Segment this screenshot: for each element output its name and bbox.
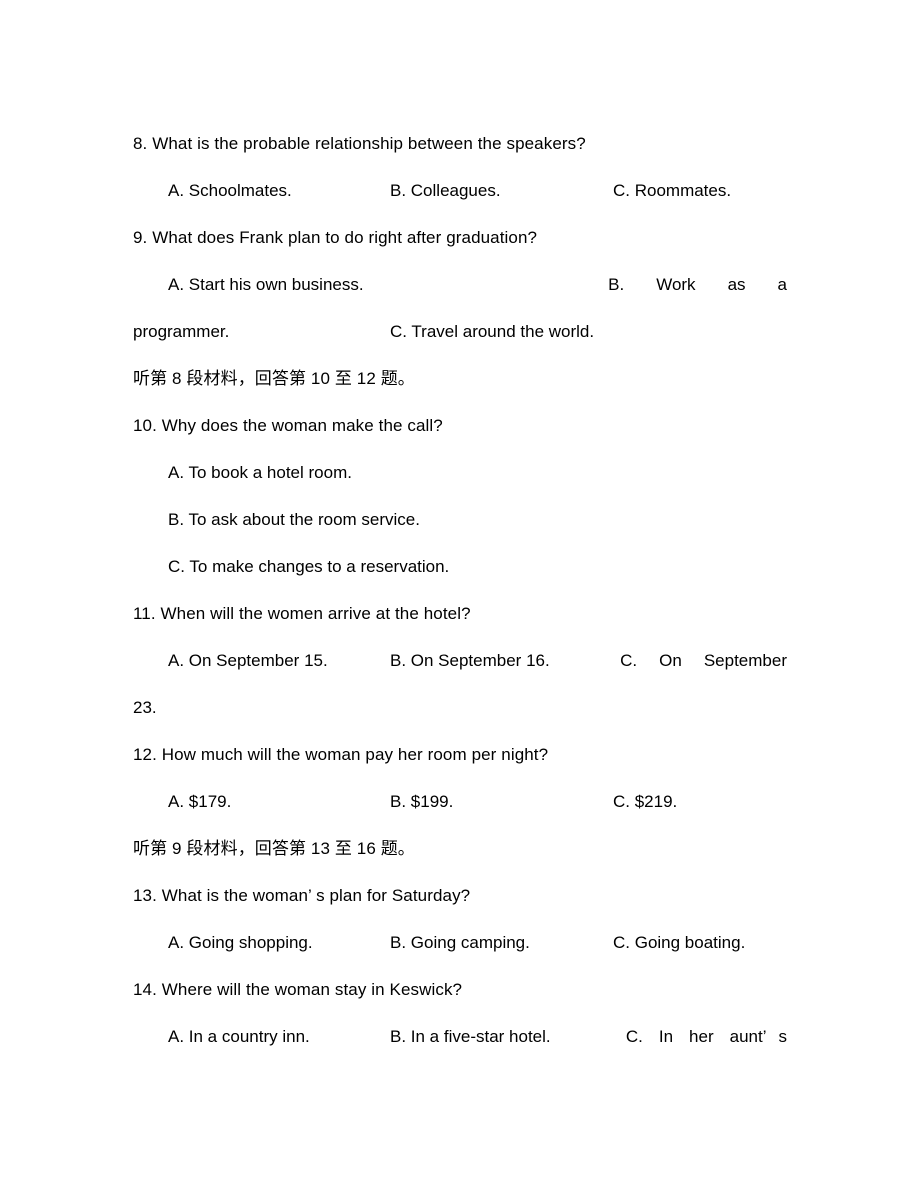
option-13-a[interactable]: A. Going shopping.: [168, 919, 313, 966]
question-stem-13: 13. What is the woman’ s plan for Saturd…: [133, 886, 471, 905]
option-11-c-word-2: September: [703, 651, 787, 670]
option-13-b[interactable]: B. Going camping.: [390, 919, 530, 966]
option-9-c[interactable]: C. Travel around the world.: [390, 308, 594, 355]
option-9-b-tail[interactable]: programmer.: [133, 322, 229, 341]
question-stem-9: 9. What does Frank plan to do right afte…: [133, 228, 538, 247]
option-11-c-tail[interactable]: 23.: [133, 698, 157, 717]
option-14-c-word-1: In: [658, 1027, 674, 1046]
option-14-c-word-3: aunt’: [729, 1027, 767, 1046]
question-stem-12: 12. How much will the woman pay her room…: [133, 745, 549, 764]
option-12-c[interactable]: C. $219.: [613, 778, 677, 825]
option-11-c-label: C.: [620, 651, 638, 670]
option-row-9-continuation: programmer. C. Travel around the world.: [133, 308, 787, 355]
option-9-b-spread[interactable]: B. Work as a: [608, 261, 787, 308]
option-8-c[interactable]: C. Roommates.: [613, 167, 731, 214]
question-stem-8: 8. What is the probable relationship bet…: [133, 134, 586, 153]
option-9-b-label: B.: [608, 275, 625, 294]
option-row-12: A. $179. B. $199. C. $219.: [133, 778, 787, 825]
option-11-a[interactable]: A. On September 15.: [168, 637, 328, 684]
option-9-b-word-3: a: [777, 275, 787, 294]
option-14-b[interactable]: B. In a five-star hotel.: [390, 1013, 551, 1060]
option-14-c-word-4: s: [778, 1027, 788, 1046]
option-12-a[interactable]: A. $179.: [168, 778, 231, 825]
option-row-14: A. In a country inn. B. In a five-star h…: [133, 1013, 787, 1060]
option-row-11-continuation: 23.: [133, 684, 787, 731]
option-9-a[interactable]: A. Start his own business.: [168, 261, 364, 308]
document-body: 8. What is the probable relationship bet…: [133, 120, 787, 1060]
option-9-b-word-1: Work: [656, 275, 696, 294]
option-14-c-label: C.: [625, 1027, 643, 1046]
option-8-b[interactable]: B. Colleagues.: [390, 167, 501, 214]
option-row-8: A. Schoolmates. B. Colleagues. C. Roomma…: [133, 167, 787, 214]
question-stem-14: 14. Where will the woman stay in Keswick…: [133, 980, 463, 999]
option-11-b[interactable]: B. On September 16.: [390, 637, 550, 684]
option-12-b[interactable]: B. $199.: [390, 778, 453, 825]
option-14-a[interactable]: A. In a country inn.: [168, 1013, 310, 1060]
option-10-b[interactable]: B. To ask about the room service.: [133, 496, 787, 543]
question-stem-11: 11. When will the women arrive at the ho…: [133, 604, 471, 623]
question-stem-10: 10. Why does the woman make the call?: [133, 416, 443, 435]
option-row-11: A. On September 15. B. On September 16. …: [133, 637, 787, 684]
option-11-c-spread[interactable]: C. On September: [620, 637, 787, 684]
exam-page: 8. What is the probable relationship bet…: [0, 0, 920, 1192]
option-9-b-word-2: as: [727, 275, 746, 294]
option-13-c[interactable]: C. Going boating.: [613, 919, 745, 966]
option-14-c-word-2: her: [689, 1027, 714, 1046]
section-instruction-9: 听第 9 段材料，回答第 13 至 16 题。: [133, 839, 415, 858]
option-14-c-spread[interactable]: C. In her aunt’ s: [626, 1013, 787, 1060]
section-instruction-8: 听第 8 段材料，回答第 10 至 12 题。: [133, 369, 415, 388]
option-row-9: A. Start his own business. B. Work as a: [133, 261, 787, 308]
option-10-a[interactable]: A. To book a hotel room.: [133, 449, 787, 496]
option-10-c[interactable]: C. To make changes to a reservation.: [133, 543, 787, 590]
option-8-a[interactable]: A. Schoolmates.: [168, 167, 292, 214]
option-11-c-word-1: On: [659, 651, 682, 670]
option-row-13: A. Going shopping. B. Going camping. C. …: [133, 919, 787, 966]
